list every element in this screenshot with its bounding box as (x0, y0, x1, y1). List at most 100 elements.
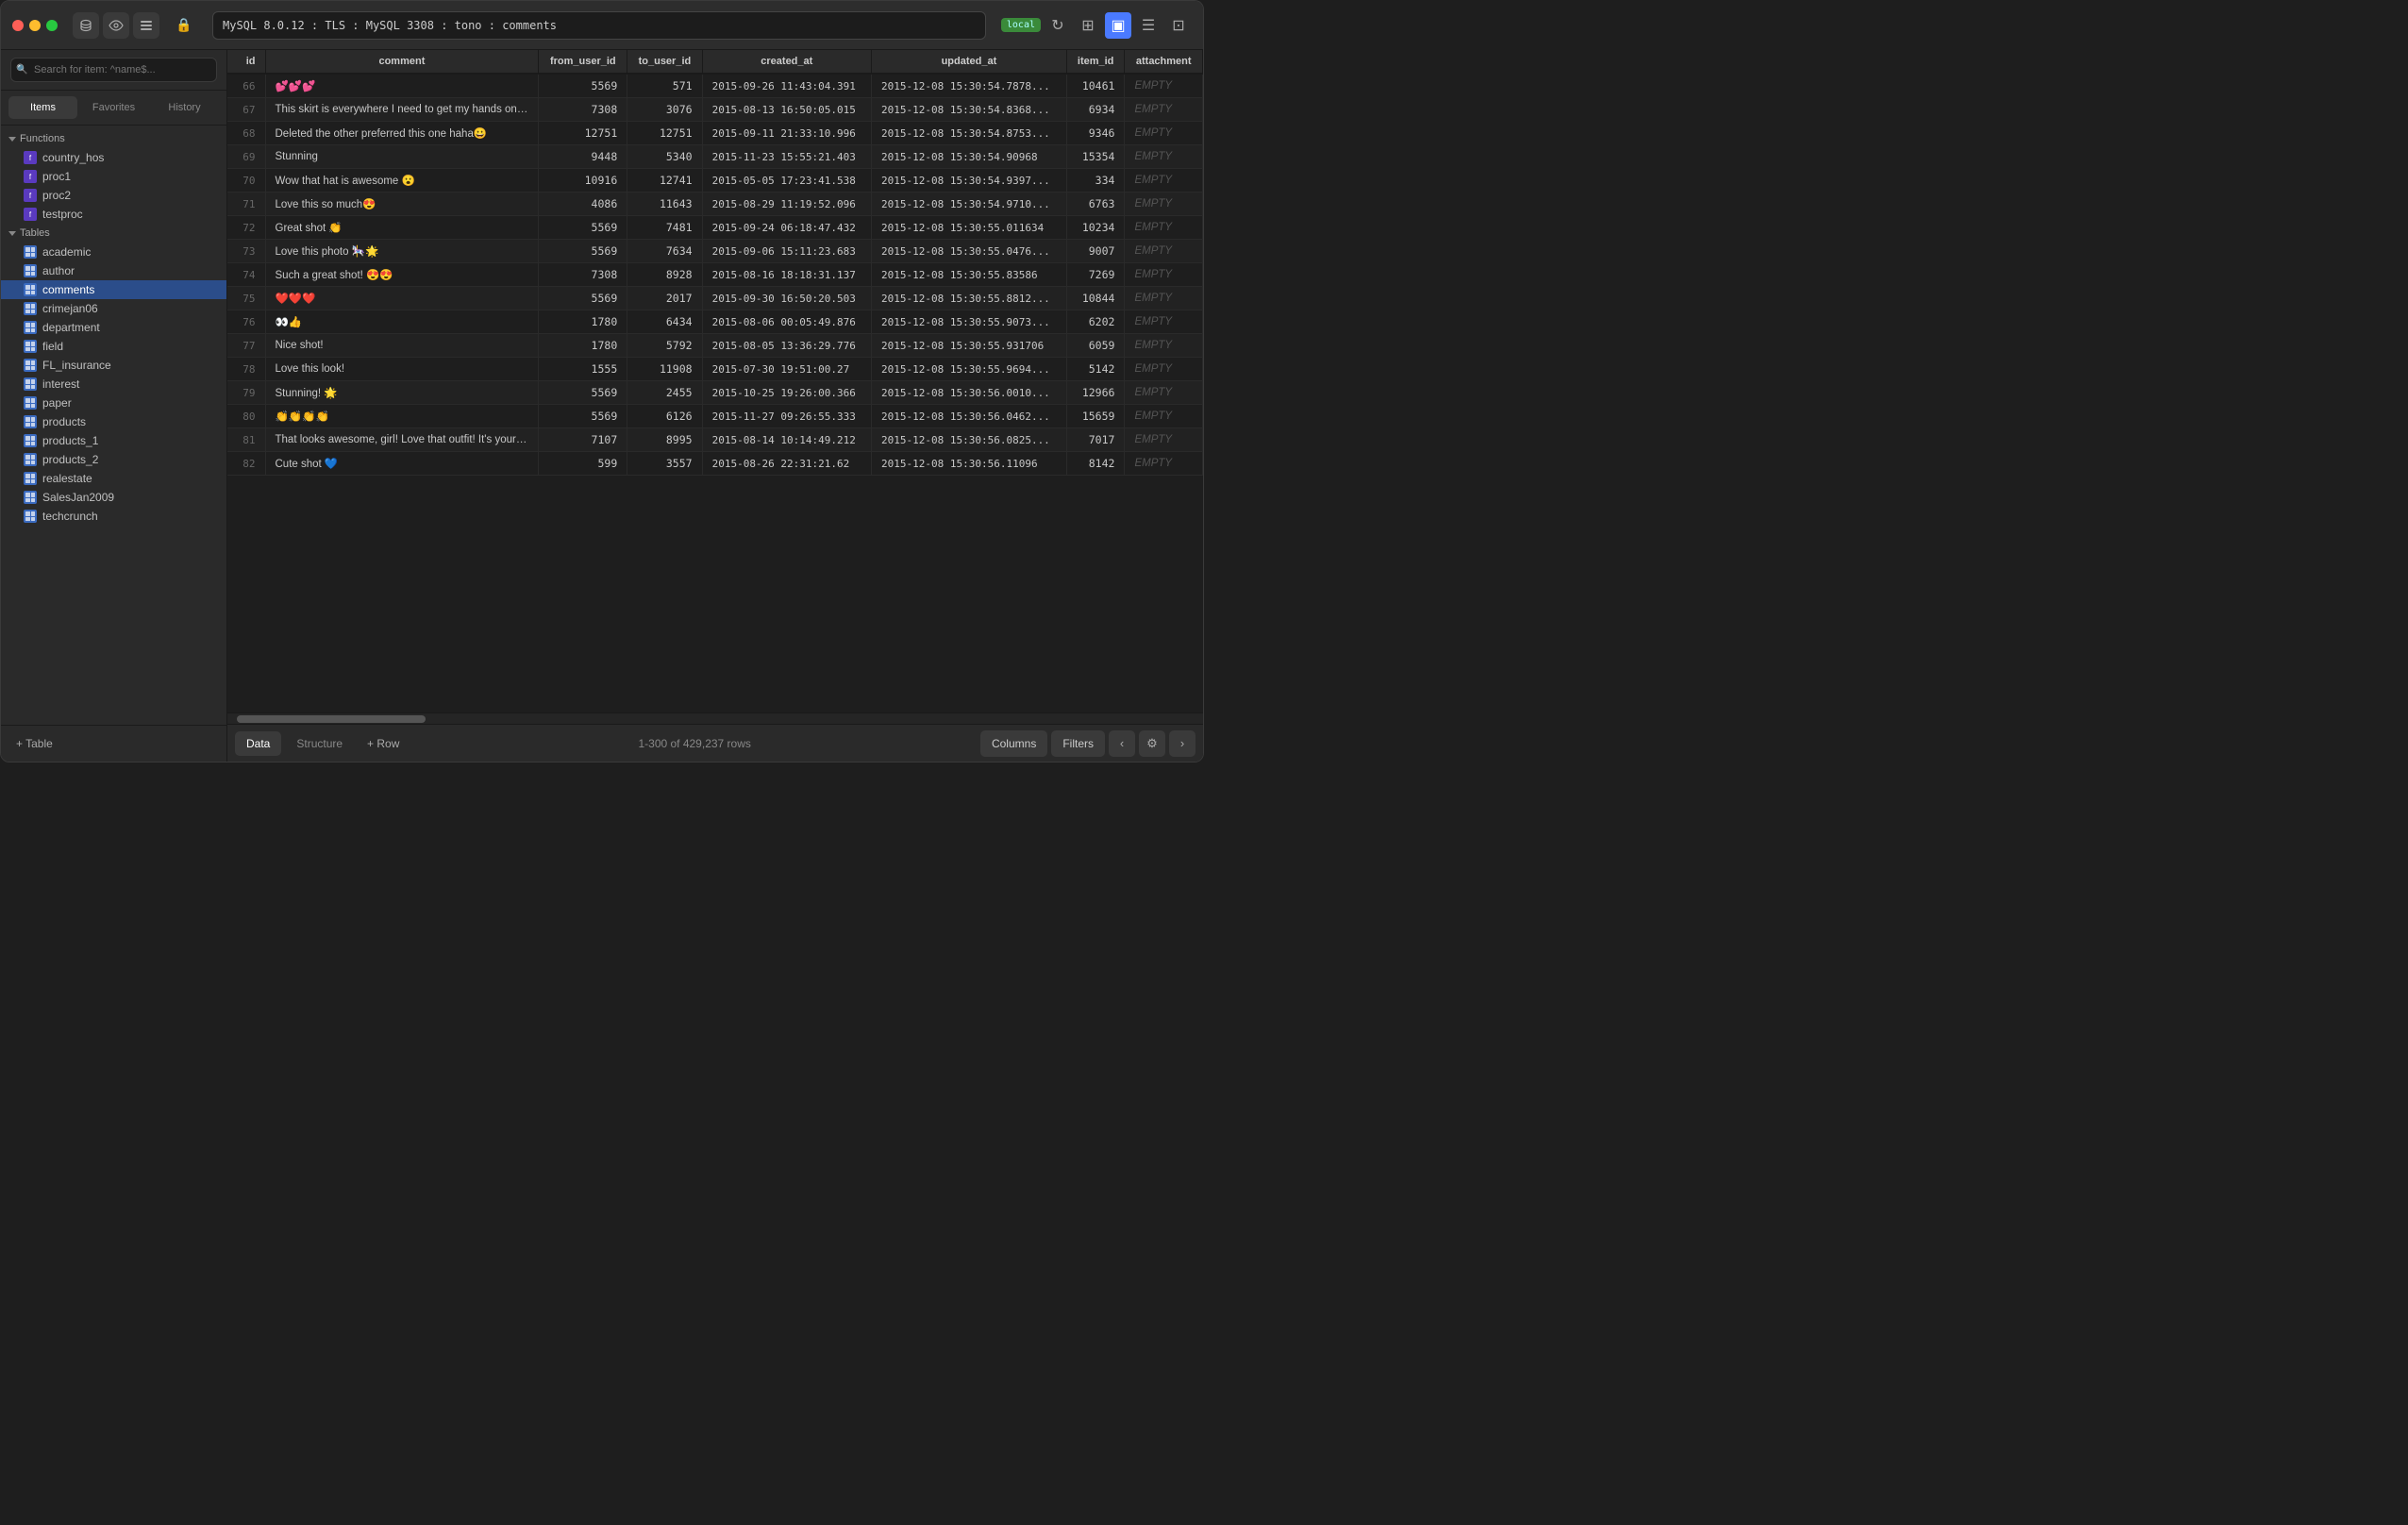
sidebar-item-label: proc2 (42, 189, 71, 202)
table-row[interactable]: 70 Wow that hat is awesome 😮 10916 12741… (227, 169, 1203, 193)
cell-to-user-id: 5792 (627, 334, 702, 358)
tab-favorites[interactable]: Favorites (79, 96, 148, 119)
sidebar-item-products-2[interactable]: products_2 (1, 450, 226, 469)
col-header-id[interactable]: id (227, 50, 265, 74)
table-row[interactable]: 76 👀👍 1780 6434 2015-08-06 00:05:49.876 … (227, 310, 1203, 334)
full-view-button[interactable]: ⊡ (1165, 12, 1192, 39)
col-header-to-user-id[interactable]: to_user_id (627, 50, 702, 74)
cell-updated-at: 2015-12-08 15:30:54.7878... (872, 74, 1067, 98)
sidebar-section-tables[interactable]: Tables (1, 224, 226, 243)
col-header-created-at[interactable]: created_at (702, 50, 871, 74)
filters-button[interactable]: Filters (1051, 730, 1105, 757)
sidebar-item-country_hos[interactable]: f country_hos (1, 148, 226, 167)
sidebar-item-realestate[interactable]: realestate (1, 469, 226, 488)
col-header-comment[interactable]: comment (265, 50, 539, 74)
sidebar-section-functions[interactable]: Functions (1, 129, 226, 148)
sidebar-search-input[interactable] (10, 58, 217, 82)
cell-comment: Great shot 👏 (265, 216, 539, 240)
db-icon-button[interactable] (73, 12, 99, 39)
sidebar-item-comments[interactable]: comments (1, 280, 226, 299)
grid-view-button[interactable]: ⊞ (1075, 12, 1101, 39)
table-row[interactable]: 81 That looks awesome, girl! Love that o… (227, 428, 1203, 452)
next-page-button[interactable]: › (1169, 730, 1196, 757)
cell-updated-at: 2015-12-08 15:30:55.9073... (872, 310, 1067, 334)
traffic-lights (12, 20, 58, 31)
table-row[interactable]: 71 Love this so much😍 4086 11643 2015-08… (227, 193, 1203, 216)
table-row[interactable]: 74 Such a great shot! 😍😍 7308 8928 2015-… (227, 263, 1203, 287)
sidebar-item-testproc[interactable]: f testproc (1, 205, 226, 224)
table-icon (24, 491, 37, 504)
table-row[interactable]: 77 Nice shot! 1780 5792 2015-08-05 13:36… (227, 334, 1203, 358)
add-table-button[interactable]: + Table (8, 733, 219, 754)
sidebar-content: Functions f country_hos f proc1 f proc2 … (1, 126, 226, 725)
tab-history[interactable]: History (150, 96, 219, 119)
sidebar-item-crimejan06[interactable]: crimejan06 (1, 299, 226, 318)
table-row[interactable]: 80 👏👏👏👏 5569 6126 2015-11-27 09:26:55.33… (227, 405, 1203, 428)
sidebar-item-proc1[interactable]: f proc1 (1, 167, 226, 186)
table-row[interactable]: 78 Love this look! 1555 11908 2015-07-30… (227, 358, 1203, 381)
tab-data[interactable]: Data (235, 731, 281, 756)
settings-button[interactable]: ⚙ (1139, 730, 1165, 757)
table-view-button[interactable]: ▣ (1105, 12, 1131, 39)
cell-to-user-id: 5340 (627, 145, 702, 169)
sidebar-item-fl-insurance[interactable]: FL_insurance (1, 356, 226, 375)
table-icon (24, 377, 37, 391)
table-row[interactable]: 73 Love this photo 🎠🌟 5569 7634 2015-09-… (227, 240, 1203, 263)
sidebar: Items Favorites History Functions f coun… (1, 50, 227, 762)
close-button[interactable] (12, 20, 24, 31)
table-row[interactable]: 79 Stunning! 🌟 5569 2455 2015-10-25 19:2… (227, 381, 1203, 405)
table-row[interactable]: 69 Stunning 9448 5340 2015-11-23 15:55:2… (227, 145, 1203, 169)
sidebar-item-products[interactable]: products (1, 412, 226, 431)
cell-attachment: EMPTY (1125, 263, 1203, 287)
sidebar-item-label: products (42, 415, 86, 428)
cell-id: 77 (227, 334, 265, 358)
table-row[interactable]: 82 Cute shot 💙 599 3557 2015-08-26 22:31… (227, 452, 1203, 476)
refresh-button[interactable]: ↻ (1045, 12, 1071, 39)
cell-to-user-id: 12741 (627, 169, 702, 193)
sidebar-item-proc2[interactable]: f proc2 (1, 186, 226, 205)
sidebar-item-label: interest (42, 377, 79, 391)
table-container[interactable]: id comment from_user_id to_user_id creat… (227, 50, 1203, 712)
table-row[interactable]: 72 Great shot 👏 5569 7481 2015-09-24 06:… (227, 216, 1203, 240)
connection-search-bar[interactable]: MySQL 8.0.12 : TLS : MySQL 3308 : tono :… (212, 11, 986, 40)
prev-page-button[interactable]: ‹ (1109, 730, 1135, 757)
sidebar-item-paper[interactable]: paper (1, 394, 226, 412)
sidebar-item-interest[interactable]: interest (1, 375, 226, 394)
main-window: 🔒 MySQL 8.0.12 : TLS : MySQL 3308 : tono… (0, 0, 1204, 762)
table-row[interactable]: 75 ❤️❤️❤️ 5569 2017 2015-09-30 16:50:20.… (227, 287, 1203, 310)
cell-to-user-id: 2017 (627, 287, 702, 310)
table-row[interactable]: 66 💕💕💕 5569 571 2015-09-26 11:43:04.391 … (227, 74, 1203, 98)
tab-items[interactable]: Items (8, 96, 77, 119)
sidebar-item-products-1[interactable]: products_1 (1, 431, 226, 450)
columns-button[interactable]: Columns (980, 730, 1047, 757)
sidebar-item-department[interactable]: department (1, 318, 226, 337)
col-header-from-user-id[interactable]: from_user_id (539, 50, 627, 74)
sidebar-item-field[interactable]: field (1, 337, 226, 356)
lock-icon-button[interactable]: 🔒 (171, 12, 197, 39)
cell-from-user-id: 5569 (539, 381, 627, 405)
sidebar-item-techcrunch[interactable]: techcrunch (1, 507, 226, 526)
sidebar-search-container (1, 50, 226, 91)
tab-structure[interactable]: Structure (285, 731, 354, 756)
split-view-button[interactable]: ☰ (1135, 12, 1162, 39)
maximize-button[interactable] (46, 20, 58, 31)
list-icon-button[interactable] (133, 12, 159, 39)
table-row[interactable]: 68 Deleted the other preferred this one … (227, 122, 1203, 145)
horizontal-scrollbar[interactable] (227, 712, 1203, 724)
eye-icon-button[interactable] (103, 12, 129, 39)
table-row[interactable]: 67 This skirt is everywhere I need to ge… (227, 98, 1203, 122)
sidebar-item-label: department (42, 321, 100, 334)
cell-attachment: EMPTY (1125, 122, 1203, 145)
scrollbar-thumb[interactable] (237, 715, 426, 723)
sidebar-item-author[interactable]: author (1, 261, 226, 280)
cell-from-user-id: 12751 (539, 122, 627, 145)
add-row-button[interactable]: + Row (358, 733, 409, 754)
cell-comment: ❤️❤️❤️ (265, 287, 539, 310)
col-header-item-id[interactable]: item_id (1066, 50, 1125, 74)
sidebar-item-salesjan2009[interactable]: SalesJan2009 (1, 488, 226, 507)
sidebar-item-academic[interactable]: academic (1, 243, 226, 261)
sidebar-item-label: proc1 (42, 170, 71, 183)
minimize-button[interactable] (29, 20, 41, 31)
col-header-updated-at[interactable]: updated_at (872, 50, 1067, 74)
col-header-attachment[interactable]: attachment (1125, 50, 1203, 74)
